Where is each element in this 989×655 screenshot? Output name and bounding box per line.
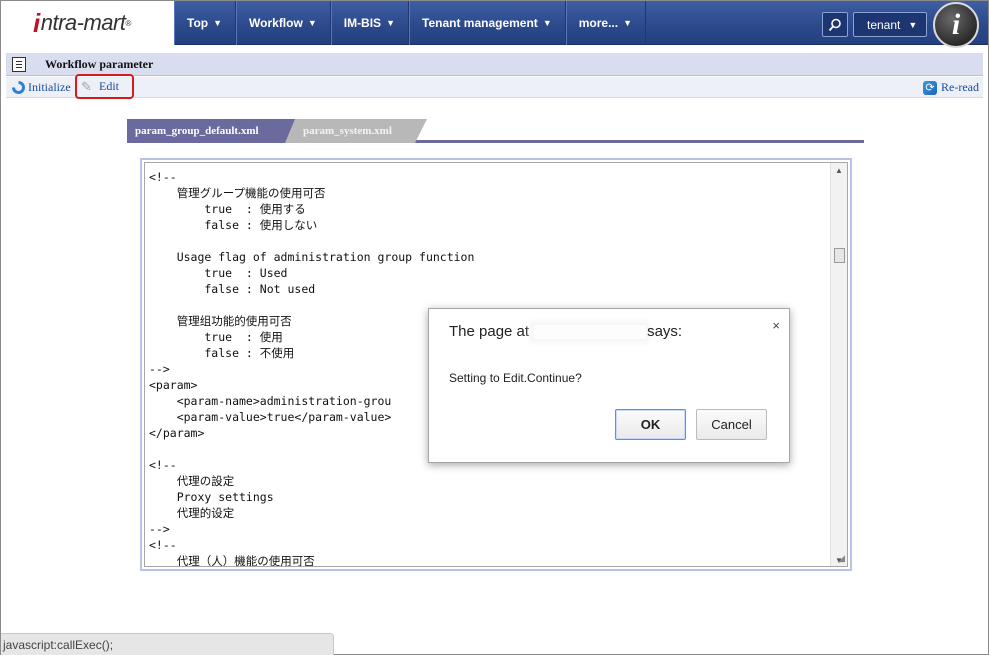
nav-item-tenant-management[interactable]: Tenant management ▼: [409, 1, 566, 45]
dialog-message: Setting to Edit.Continue?: [449, 371, 582, 385]
top-navbar: i ntra-mart ® Top ▼ Workflow ▼ IM-BIS ▼ Te…: [1, 1, 988, 48]
search-button[interactable]: [822, 12, 848, 37]
file-tabs: param_group_default.xml param_system.xml: [127, 119, 864, 143]
initialize-label: Initialize: [28, 80, 71, 94]
search-icon: [828, 18, 841, 31]
tenant-dropdown[interactable]: tenant ▼: [853, 12, 927, 37]
tab-label: param_system.xml: [303, 125, 392, 137]
dialog-title-prefix: The page at: [449, 323, 530, 340]
nav-item-workflow[interactable]: Workflow ▼: [236, 1, 331, 45]
resize-grip-icon[interactable]: ◢: [838, 553, 845, 564]
global-nav-menu: Top ▼ Workflow ▼ IM-BIS ▼ Tenant managem…: [174, 1, 647, 45]
vertical-scrollbar[interactable]: ▲ ▼: [830, 163, 847, 566]
nav-item-label: Workflow: [249, 16, 303, 30]
nav-item-top[interactable]: Top ▼: [174, 1, 237, 45]
nav-item-label: Tenant management: [422, 16, 538, 30]
nav-item-im-bis[interactable]: IM-BIS ▼: [330, 1, 409, 45]
avatar-letter: i: [951, 8, 961, 41]
refresh-g-icon: [12, 81, 25, 94]
tab-label: param_group_default.xml: [135, 125, 259, 137]
tenant-label: tenant: [867, 17, 901, 32]
chevron-down-icon: ▼: [623, 18, 633, 28]
chevron-down-icon: ▼: [307, 18, 317, 28]
chevron-down-icon: ▼: [542, 18, 552, 28]
document-icon: [12, 56, 26, 72]
logo-text: ntra-mart: [40, 10, 126, 35]
edit-button[interactable]: ✎ Edit: [75, 74, 134, 99]
dialog-title-suffix: says:: [647, 323, 683, 340]
xml-content: <!-- 管理グループ機能の使用可否 true : 使用する false : 使…: [149, 170, 475, 567]
initialize-button[interactable]: Initialize: [12, 79, 71, 96]
chevron-down-icon: ▼: [213, 18, 223, 28]
redacted-host: [534, 325, 647, 340]
page-header: Workflow parameter: [6, 53, 983, 76]
reread-button[interactable]: ⟳ Re-read: [923, 79, 979, 96]
chevron-down-icon: ▼: [908, 19, 918, 30]
scrollbar-thumb[interactable]: [834, 248, 845, 263]
ok-button[interactable]: OK: [615, 409, 686, 440]
reread-label: Re-read: [941, 80, 979, 94]
scroll-up-arrow-icon[interactable]: ▲: [835, 166, 843, 175]
user-avatar[interactable]: i: [933, 2, 979, 48]
tab-param-system[interactable]: param_system.xml: [285, 119, 427, 143]
feather-pen-icon: ✎: [81, 78, 92, 94]
cancel-button[interactable]: Cancel: [696, 409, 767, 440]
chevron-down-icon: ▼: [386, 18, 395, 28]
logo-i-glyph: i: [33, 7, 40, 38]
status-bar-url: javascript:callExec();: [3, 637, 114, 652]
nav-item-label: more...: [578, 16, 619, 30]
tab-param-group-default[interactable]: param_group_default.xml: [127, 119, 303, 143]
confirm-dialog: The page at says: × Setting to Edit.Conti…: [428, 308, 790, 463]
close-icon[interactable]: ×: [772, 318, 780, 333]
page-title: Workflow parameter: [45, 56, 154, 71]
edit-label: Edit: [99, 79, 119, 93]
nav-item-label: Top: [187, 16, 209, 30]
dialog-title: The page at says:: [449, 323, 682, 340]
logo-registered-mark: ®: [125, 18, 131, 28]
intra-mart-logo[interactable]: i ntra-mart ®: [1, 1, 174, 45]
toolbar: Initialize ✎ Edit ⟳ Re-read: [6, 74, 983, 99]
status-bar: javascript:callExec();: [1, 633, 334, 655]
nav-item-label: IM-BIS: [343, 16, 382, 30]
reload-icon: ⟳: [923, 80, 938, 95]
nav-item-more[interactable]: more... ▼: [565, 1, 647, 45]
